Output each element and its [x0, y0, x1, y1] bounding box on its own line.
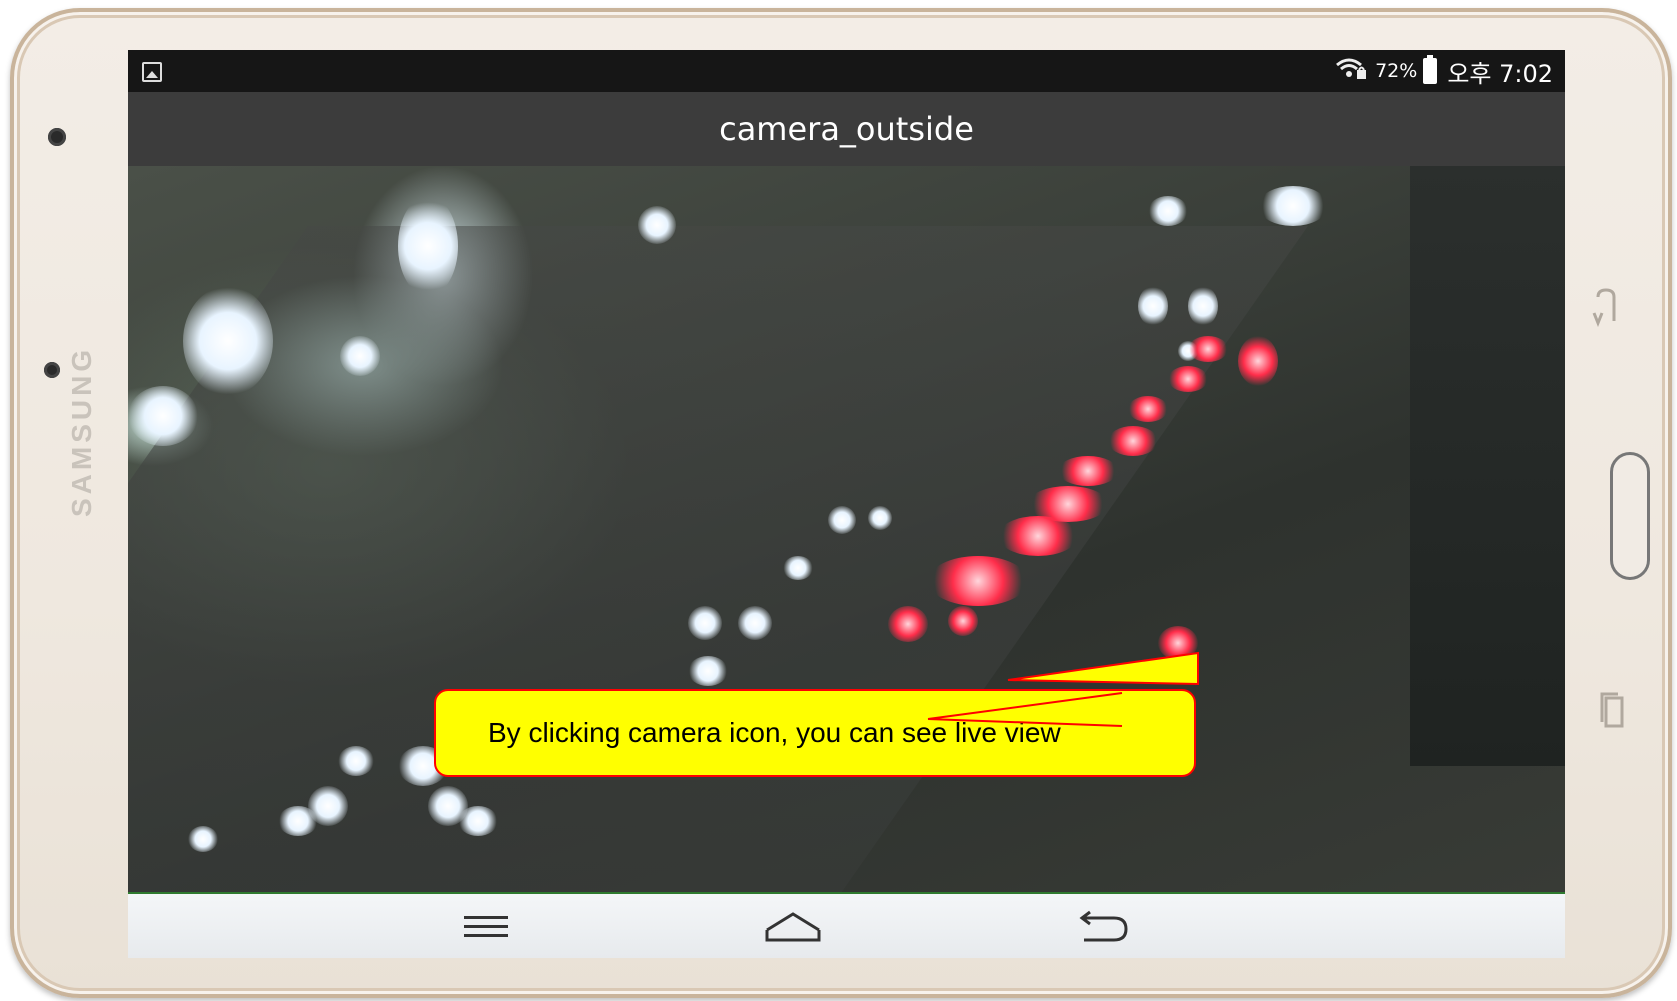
- hardware-back-icon[interactable]: [1592, 287, 1620, 336]
- brand-logo: SAMSUNG: [66, 345, 97, 517]
- tablet-screen: 72% 오후 7:02 camera_outside By clicking c…: [128, 50, 1565, 958]
- sensor: [44, 362, 60, 378]
- callout-pointer-overlay: [927, 692, 1123, 727]
- hardware-home-button[interactable]: [1610, 452, 1650, 580]
- front-camera: [48, 128, 66, 146]
- hardware-recent-apps-icon[interactable]: [1599, 690, 1627, 734]
